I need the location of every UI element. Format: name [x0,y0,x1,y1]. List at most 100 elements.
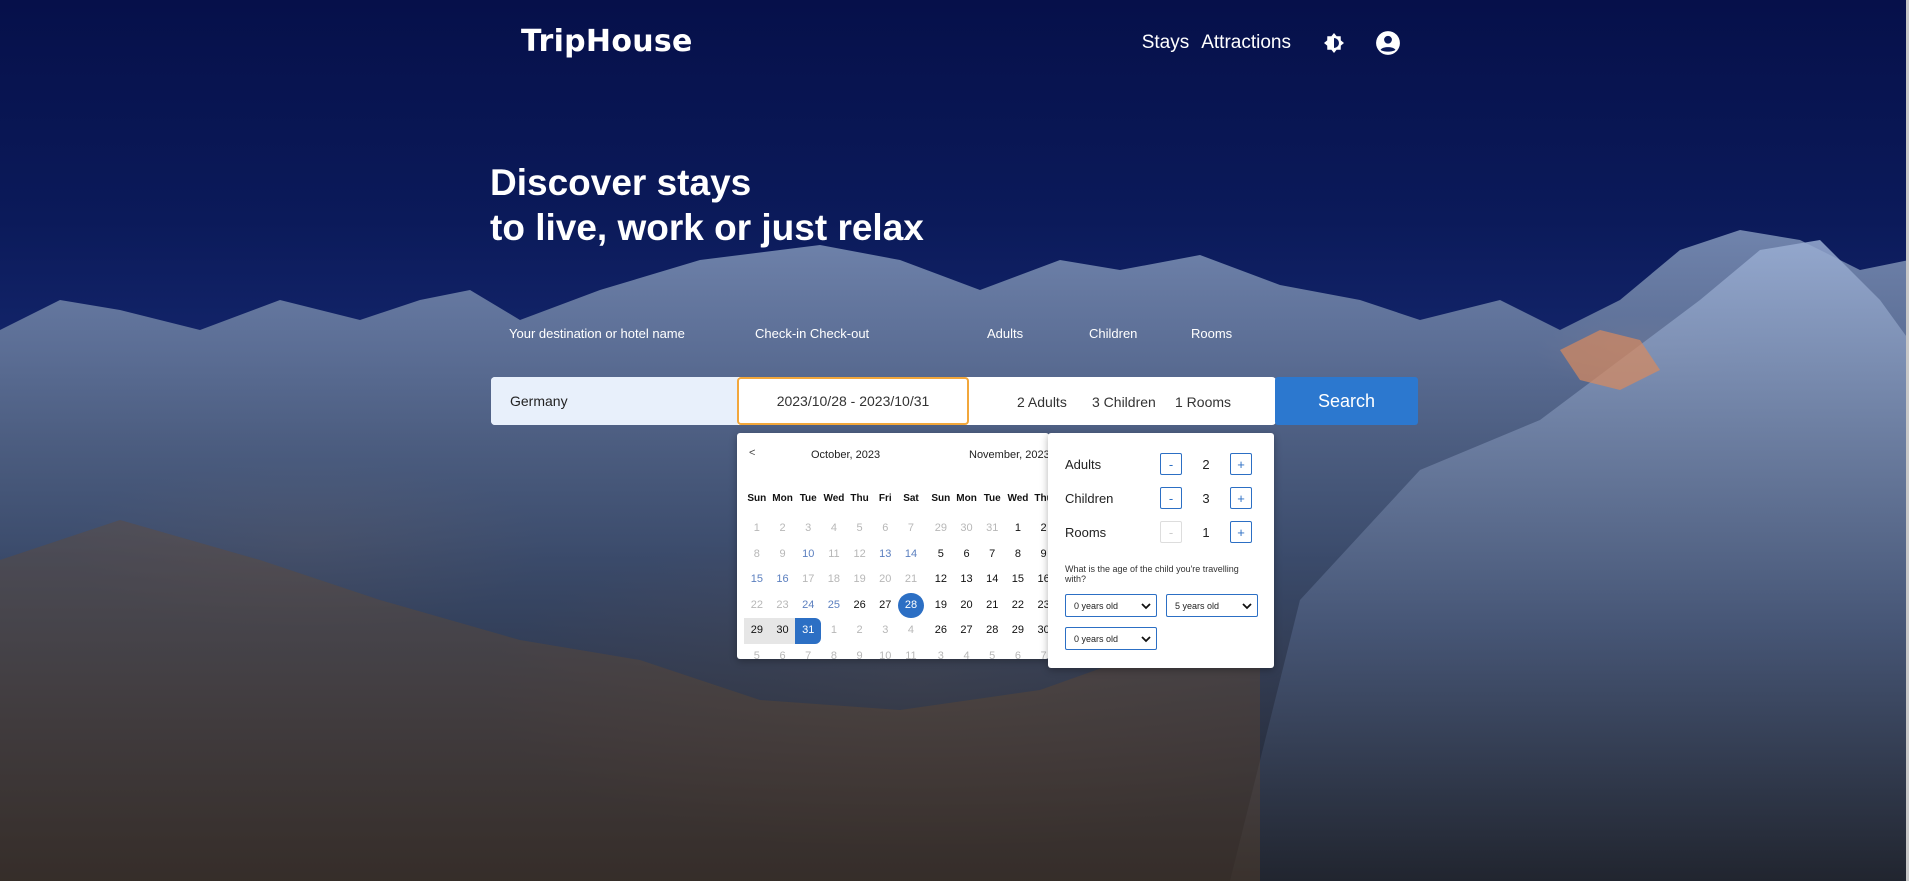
brightness-icon[interactable] [1321,30,1347,56]
child-age-select[interactable]: 5 years old [1166,594,1258,617]
day-grid: 1 2 3 4 5 6 7 8 9 10 11 12 13 14 15 16 17 18 19 20 21 22 23 24 2… [744,516,924,659]
calendar-day: 8 [830,649,837,660]
weekday: Fri [878,493,892,504]
calendar-day: 4 [907,624,915,636]
calendar-day[interactable]: 19 [928,593,954,619]
calendar-day[interactable]: 10 [795,542,821,568]
calendar-day[interactable]: 29 [1005,618,1031,644]
weekday: Wed [1007,493,1029,504]
date-range-input[interactable]: 2023/10/28 - 2023/10/31 [737,377,969,425]
calendar-day[interactable]: 12 [928,567,954,593]
weekday-header: Sun Mon Tue Wed Thu Fri Sat [928,493,1049,504]
weekday: Tue [799,493,817,504]
child-age-select[interactable]: 0 years old [1065,627,1157,650]
calendar-day[interactable]: 15 [744,567,770,593]
calendar-day: 11 [905,649,917,660]
calendar-day: 9 [779,547,786,560]
date-picker: < October, 2023 Sun Mon Tue Wed Thu Fri … [737,433,1049,659]
calendar-day[interactable]: 23 [1031,593,1049,619]
calendar-day[interactable]: 8 [1005,542,1031,568]
calendar-day[interactable]: 6 [954,542,980,568]
calendar-day[interactable]: 30 [769,618,796,644]
rooms-label: Rooms [1191,326,1233,341]
rooms-decrement-button[interactable]: - [1160,521,1182,543]
calendar-day[interactable]: 16 [1031,567,1049,593]
calendar-day[interactable]: 27 [872,593,898,619]
calendar-day[interactable]: 2 [1031,516,1049,542]
rooms-summary[interactable]: 1 Rooms [1175,394,1231,410]
calendar-day: 4 [830,522,837,534]
calendar-day: 3 [937,649,944,660]
children-increment-button[interactable]: + [1230,487,1252,509]
calendar-day[interactable]: 1 [1005,516,1031,542]
calendar-day: 6 [779,649,786,660]
calendar-day: 11 [828,547,840,560]
adults-increment-button[interactable]: + [1230,453,1252,475]
calendar-day: 3 [882,624,889,636]
child-age-select[interactable]: 0 years old [1065,594,1157,617]
calendar-day: 5 [989,649,996,660]
weekday: Sun [747,493,767,504]
calendar-day[interactable]: 26 [847,593,873,619]
calendar-day[interactable]: 13 [872,542,898,568]
calendar-day: 17 [802,573,815,585]
adults-decrement-button[interactable]: - [1160,453,1182,475]
hero-line-1: Discover stays [490,162,752,203]
calendar-day: 5 [753,649,760,660]
child-age-value: 0 years old [1074,633,1119,644]
calendar-day[interactable]: 30 [1031,618,1049,644]
calendar-day: 18 [827,573,841,585]
calendar-day: 6 [882,522,889,534]
chevron-down-icon [1242,603,1252,610]
nav-link-stays[interactable]: Stays [1142,32,1190,54]
calendar-day[interactable]: 21 [979,593,1005,619]
calendar-day: 31 [986,522,999,534]
calendar-day[interactable]: 29 [744,618,770,644]
calendar-day: 30 [960,522,973,534]
guest-row-label: Children [1065,490,1114,506]
calendar-day[interactable]: 13 [954,567,980,593]
weekday-header: Sun Mon Tue Wed Thu Fri Sat [744,493,924,504]
calendar-day[interactable]: 16 [770,567,796,593]
calendar-day[interactable]: 28 [979,618,1005,644]
brand-logo[interactable]: TripHouse [521,24,693,59]
calendar-day: 10 [879,649,892,660]
rooms-increment-button[interactable]: + [1230,521,1252,543]
calendar-day[interactable]: 14 [979,567,1005,593]
calendar-day: 21 [904,573,918,585]
weekday: Thu [1034,493,1049,504]
adults-summary[interactable]: 2 Adults [1017,394,1067,410]
calendar-day[interactable]: 15 [1005,567,1031,593]
calendar-day[interactable]: 22 [1005,593,1031,619]
calendar-day[interactable]: 14 [898,542,924,568]
calendar-day[interactable]: 20 [954,593,980,619]
calendar-day: 1 [753,522,760,534]
calendar-day[interactable]: 28 [898,592,924,618]
guest-row-rooms: Rooms - 1 + [1065,521,1257,543]
calendar-day[interactable]: 25 [821,593,847,619]
guest-row-label: Adults [1065,456,1102,472]
calendar-day[interactable]: 27 [954,618,980,644]
calendar-day: 7 [907,522,915,534]
child-age-value: 5 years old [1175,600,1220,611]
calendar-day: 3 [805,522,812,534]
weekday: Wed [823,493,845,504]
guest-row-children: Children - 3 + [1065,487,1257,509]
calendar-day[interactable]: 24 [795,593,821,619]
calendar-day: 5 [856,522,863,534]
search-button[interactable]: Search [1275,377,1418,425]
calendar-day[interactable]: 9 [1031,542,1049,568]
children-decrement-button[interactable]: - [1160,487,1182,509]
children-summary[interactable]: 3 Children [1092,394,1156,410]
destination-label: Your destination or hotel name [509,326,685,341]
prev-month-icon[interactable]: < [749,447,755,459]
calendar-day[interactable]: 26 [928,618,954,644]
calendar-day[interactable]: 5 [928,542,954,568]
destination-input[interactable]: Germany [491,377,738,425]
calendar-day[interactable]: 31 [795,618,822,644]
account-circle-icon[interactable] [1375,30,1401,56]
weekday: Sat [903,493,919,504]
hero-line-2: to live, work or just relax [490,207,924,248]
nav-link-attractions[interactable]: Attractions [1201,32,1291,54]
calendar-day[interactable]: 7 [979,542,1005,568]
